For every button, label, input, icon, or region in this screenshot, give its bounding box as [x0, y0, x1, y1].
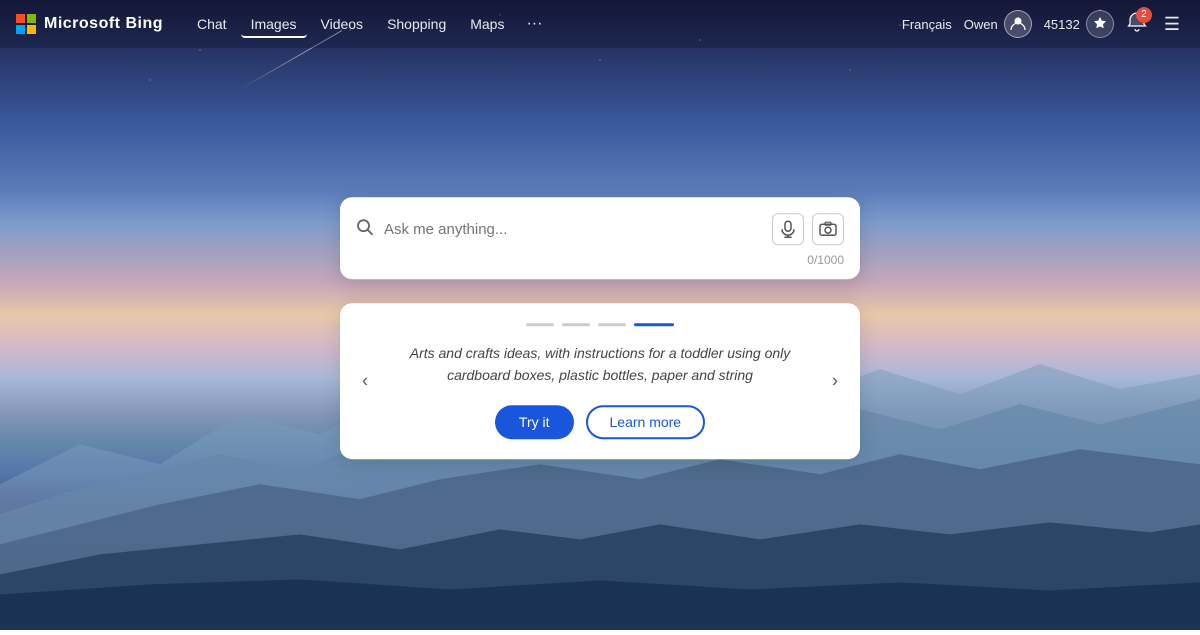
nav-links: Chat Images Videos Shopping Maps ··· [187, 9, 902, 39]
navbar: Microsoft Bing Chat Images Videos Shoppi… [0, 0, 1200, 48]
microphone-button[interactable] [772, 213, 804, 245]
nav-more-button[interactable]: ··· [518, 9, 550, 39]
nav-videos[interactable]: Videos [311, 10, 374, 38]
suggestion-card: ‹ › Arts and crafts ideas, with instruct… [340, 303, 860, 459]
search-container: 0/1000 [340, 197, 860, 279]
logo-yellow [27, 25, 36, 34]
score-value: 45132 [1044, 17, 1080, 32]
nav-images[interactable]: Images [241, 10, 307, 38]
logo-blue [16, 25, 25, 34]
card-buttons: Try it Learn more [388, 405, 812, 439]
logo-area[interactable]: Microsoft Bing [16, 14, 163, 34]
user-name: Owen [964, 17, 998, 32]
try-it-button[interactable]: Try it [495, 405, 574, 439]
main-content: 0/1000 ‹ › Arts and crafts ideas, with i… [340, 197, 860, 459]
card-prev-button[interactable]: ‹ [354, 363, 376, 400]
score-area[interactable]: 45132 [1044, 10, 1114, 38]
learn-more-button[interactable]: Learn more [586, 405, 706, 439]
search-input[interactable] [384, 221, 762, 238]
visual-search-button[interactable] [812, 213, 844, 245]
dot-3 [598, 323, 626, 326]
user-avatar [1004, 10, 1032, 38]
microsoft-logo [16, 14, 36, 34]
notifications-button[interactable]: 2 [1126, 11, 1148, 38]
nav-maps[interactable]: Maps [460, 10, 514, 38]
suggestion-text: Arts and crafts ideas, with instructions… [388, 342, 812, 387]
nav-chat[interactable]: Chat [187, 10, 237, 38]
user-menu[interactable]: Owen [964, 10, 1032, 38]
dot-1 [526, 323, 554, 326]
search-input-row [356, 213, 844, 245]
search-icon [356, 218, 374, 241]
search-actions [772, 213, 844, 245]
card-next-button[interactable]: › [824, 363, 846, 400]
dots-pagination [388, 323, 812, 326]
logo-red [16, 14, 25, 23]
brand-name: Microsoft Bing [44, 15, 163, 33]
logo-green [27, 14, 36, 23]
nav-right: Français Owen 45132 2 [902, 10, 1184, 39]
char-count: 0/1000 [356, 253, 844, 267]
notification-count: 2 [1136, 7, 1152, 23]
dot-2 [562, 323, 590, 326]
hamburger-menu[interactable]: ☰ [1160, 10, 1184, 39]
language-toggle[interactable]: Français [902, 17, 952, 32]
score-badge-icon [1086, 10, 1114, 38]
dot-4-active [634, 323, 674, 326]
nav-shopping[interactable]: Shopping [377, 10, 456, 38]
